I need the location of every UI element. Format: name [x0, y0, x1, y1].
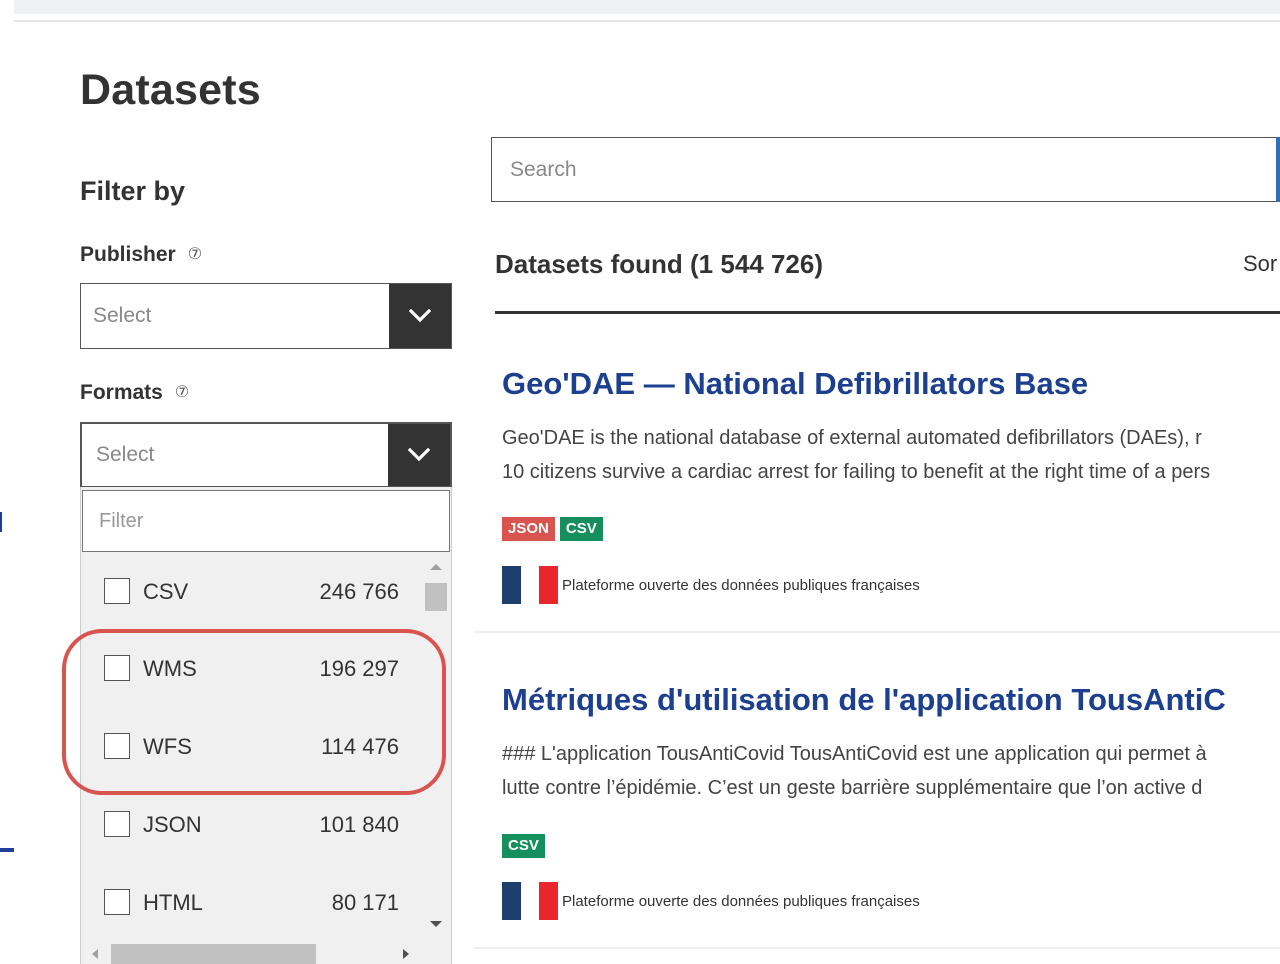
- format-checkbox[interactable]: [104, 733, 130, 759]
- format-option-html[interactable]: HTML 80 171: [104, 888, 404, 918]
- format-name: CSV: [143, 579, 189, 604]
- card-divider: [474, 631, 1280, 633]
- dataset-description-line: lutte contre l’épidémie. C’est un geste …: [502, 777, 1203, 799]
- page-title: Datasets: [80, 66, 261, 114]
- scroll-left-arrow-icon[interactable]: [92, 949, 98, 959]
- format-option-wms[interactable]: WMS 196 297: [104, 654, 404, 684]
- format-checkbox[interactable]: [104, 889, 130, 915]
- scroll-down-arrow-icon[interactable]: [430, 921, 442, 927]
- format-count: 80 171: [331, 890, 399, 915]
- format-checkbox[interactable]: [104, 578, 130, 604]
- search-input[interactable]: [491, 137, 1280, 202]
- top-bar: [14, 0, 1280, 22]
- format-name: HTML: [143, 890, 203, 915]
- chevron-down-icon[interactable]: [388, 424, 450, 486]
- help-circle-icon[interactable]: ⑦: [188, 246, 202, 263]
- format-count: 246 766: [319, 579, 399, 604]
- format-badge-csv: CSV: [502, 834, 545, 858]
- format-option-wfs[interactable]: WFS 114 476: [104, 732, 404, 762]
- filter-heading: Filter by: [80, 176, 186, 206]
- results-divider: [495, 311, 1280, 314]
- format-badge-csv: CSV: [559, 517, 603, 541]
- help-circle-icon[interactable]: ⑦: [175, 384, 189, 401]
- format-badges: CSV: [502, 834, 545, 858]
- format-name: WMS: [143, 656, 197, 681]
- sort-control[interactable]: Sor: [1243, 251, 1277, 277]
- publisher-label: Publisher ⑦: [80, 243, 202, 267]
- formats-select-value: Select: [96, 443, 155, 466]
- publisher-label-text: Publisher: [80, 243, 176, 266]
- formats-select[interactable]: Select: [80, 422, 452, 488]
- search-button-edge[interactable]: [1276, 137, 1280, 202]
- format-count: 196 297: [319, 656, 399, 681]
- dataset-title-link[interactable]: Geo'DAE — National Defibrillators Base: [502, 366, 1088, 402]
- format-checkbox[interactable]: [104, 655, 130, 681]
- chevron-down-icon[interactable]: [389, 284, 451, 348]
- format-name: JSON: [143, 812, 202, 837]
- scrollbar-thumb[interactable]: [425, 583, 447, 611]
- dropdown-vertical-scrollbar[interactable]: [421, 553, 451, 940]
- format-badge-json: JSON: [502, 517, 555, 541]
- left-edge-underline: [0, 848, 14, 852]
- publisher-select-value: Select: [93, 304, 152, 327]
- dataset-title-link[interactable]: Métriques d'utilisation de l'application…: [502, 682, 1226, 718]
- formats-label: Formats ⑦: [80, 381, 189, 405]
- french-flag-logo: [502, 566, 558, 604]
- scrollbar-thumb[interactable]: [111, 944, 316, 964]
- formats-label-text: Formats: [80, 381, 163, 404]
- scroll-up-arrow-icon[interactable]: [430, 564, 442, 570]
- format-count: 114 476: [321, 734, 399, 759]
- publisher-name: Plateforme ouverte des données publiques…: [562, 893, 920, 910]
- results-count: Datasets found (1 544 726): [495, 249, 824, 279]
- format-option-csv[interactable]: CSV 246 766: [104, 577, 404, 607]
- top-bar-fill: [14, 0, 1280, 14]
- format-name: WFS: [143, 734, 192, 759]
- publisher-name: Plateforme ouverte des données publiques…: [562, 577, 920, 594]
- format-checkbox[interactable]: [104, 811, 130, 837]
- dropdown-horizontal-scrollbar[interactable]: [81, 942, 421, 964]
- format-badges: JSON CSV: [502, 517, 603, 541]
- formats-filter-input[interactable]: [82, 490, 450, 552]
- publisher-select[interactable]: Select: [80, 283, 452, 349]
- dataset-description-line: 10 citizens survive a cardiac arrest for…: [502, 461, 1211, 483]
- card-divider: [474, 947, 1280, 949]
- format-count: 101 840: [319, 812, 399, 837]
- scroll-right-arrow-icon[interactable]: [403, 949, 409, 959]
- format-option-json[interactable]: JSON 101 840: [104, 810, 404, 840]
- left-edge-fragment: [0, 508, 6, 534]
- dataset-description-line: Geo'DAE is the national database of exte…: [502, 427, 1202, 449]
- top-bar-divider: [14, 20, 1280, 22]
- dataset-description-line: ### L'application TousAntiCovid TousAnti…: [502, 743, 1207, 765]
- french-flag-logo: [502, 882, 558, 920]
